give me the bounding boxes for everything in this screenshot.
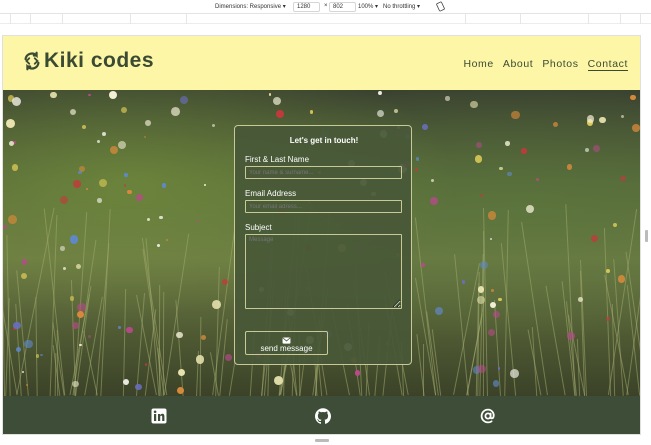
brand-logo[interactable]: Kiki codes [21,49,154,73]
nav-about[interactable]: About [503,58,533,71]
nav-contact[interactable]: Contact [587,58,628,71]
email-input[interactable] [245,200,402,213]
name-input[interactable] [245,166,402,179]
main-nav: Home About Photos Contact [463,58,628,71]
wildflower-background: Let's get in touch! First & Last Name Em… [3,90,640,396]
envelope-icon [282,336,291,344]
nav-photos[interactable]: Photos [542,58,578,71]
side-resize-handle[interactable] [645,230,648,242]
devtools-toolbar: Dimensions: Responsive ▾ 1280 × 802 100%… [0,0,651,14]
media-query-ruler [0,14,651,24]
subject-label: Subject [245,223,272,232]
height-input[interactable]: 802 [329,2,356,12]
sync-arrows-icon [24,51,40,71]
brand-name: Kiki codes [44,49,155,72]
throttling-label: No throttling [383,4,416,10]
form-title: Let's get in touch! [289,136,359,145]
send-message-label: send message [260,343,313,353]
throttling-dropdown[interactable]: No throttling ▾ [383,3,420,11]
name-label: First & Last Name [245,155,310,164]
site-footer [3,396,640,434]
zoom-label: 100% [358,4,374,10]
width-input[interactable]: 1280 [293,2,320,12]
send-message-button[interactable]: send message [245,331,328,355]
email-label: Email Address [245,189,297,198]
times-sign: × [324,3,328,9]
zoom-dropdown[interactable]: 100% ▾ [358,3,378,11]
github-icon[interactable] [315,408,331,424]
at-sign-icon[interactable] [480,408,496,424]
rotate-icon[interactable] [436,1,445,12]
linkedin-icon[interactable] [151,408,167,424]
contact-form: Let's get in touch! First & Last Name Em… [234,125,412,365]
subject-textarea[interactable] [245,234,402,309]
dimensions-dropdown[interactable]: Dimensions: Responsive ▾ [215,3,286,11]
site-header: Kiki codes Home About Photos Contact [3,36,640,90]
bottom-resize-handle[interactable] [315,439,329,442]
nav-home[interactable]: Home [463,58,493,71]
dimensions-label: Dimensions: Responsive [215,4,282,10]
device-viewport: Kiki codes Home About Photos Contact Let… [2,35,641,435]
